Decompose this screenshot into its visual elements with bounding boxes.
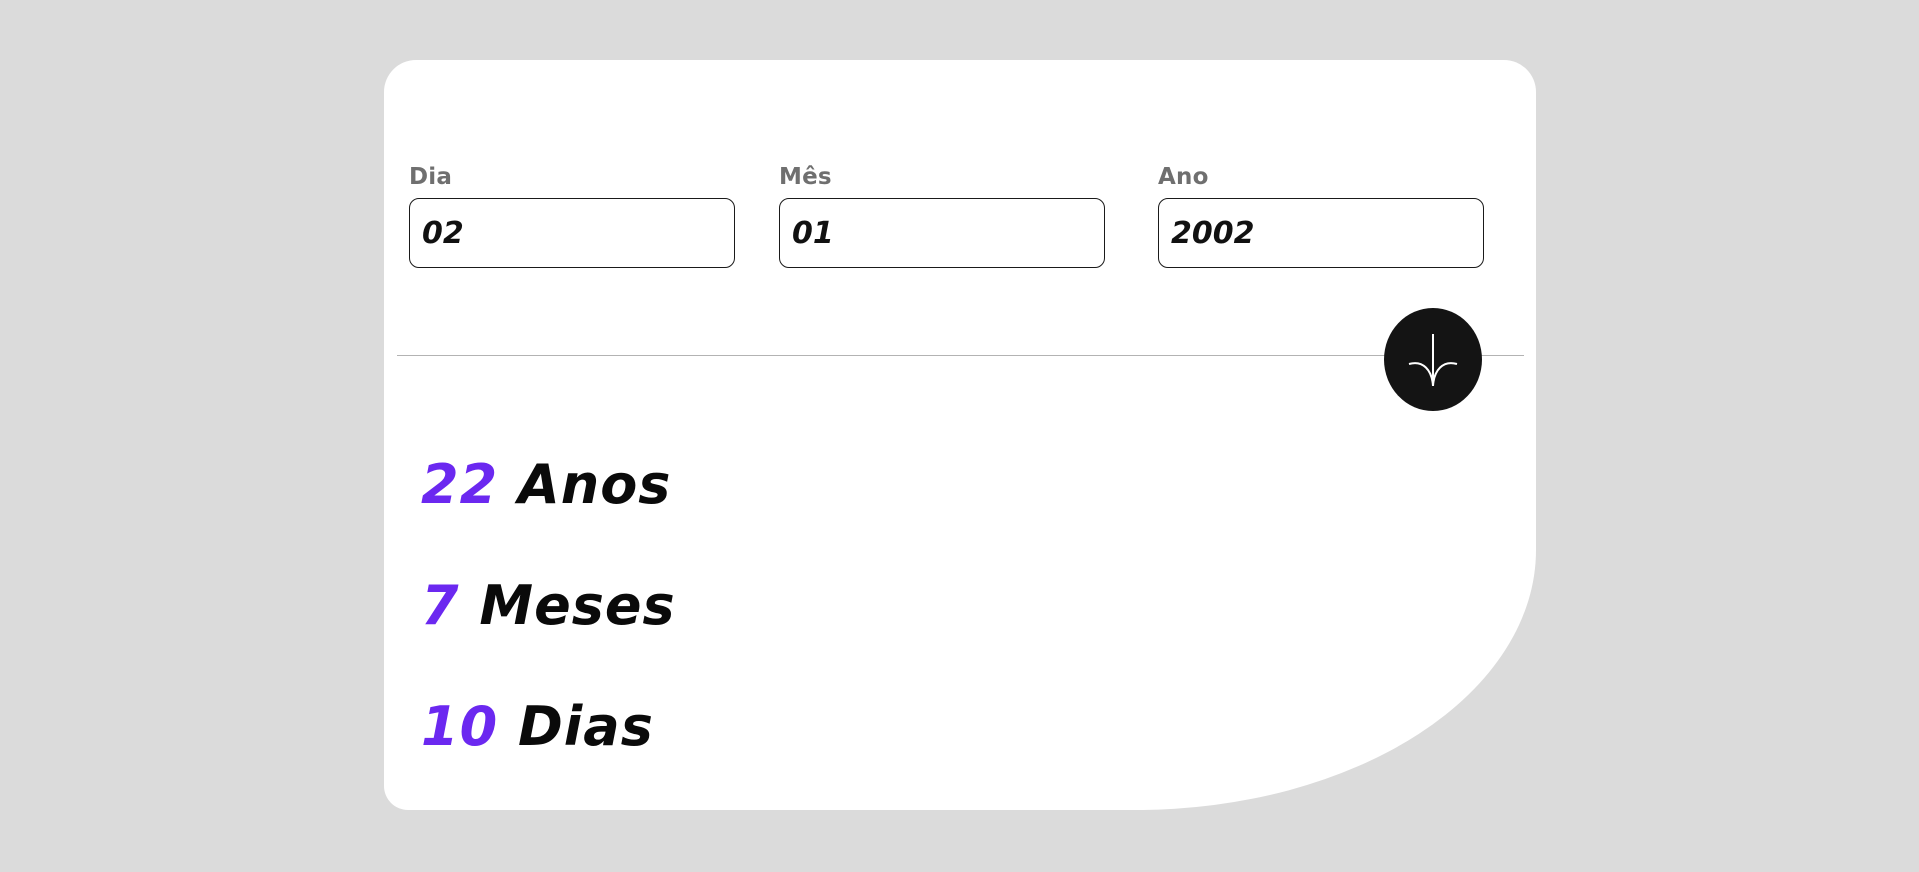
years-value: 22 <box>421 453 499 516</box>
age-calculator-card: Dia Mês Ano 22 Anos 7 Meses 10 Dias <box>384 60 1536 810</box>
months-unit: Meses <box>479 574 676 637</box>
day-label: Dia <box>409 164 453 190</box>
divider <box>397 355 1524 356</box>
days-unit: Dias <box>517 695 654 758</box>
years-unit: Anos <box>517 453 672 516</box>
result-months: 7 Meses <box>421 579 676 633</box>
year-label: Ano <box>1158 164 1209 190</box>
month-label: Mês <box>779 164 832 190</box>
month-field-group: Mês <box>779 164 1105 268</box>
arrow-down-icon <box>1403 330 1463 390</box>
day-input[interactable] <box>409 198 735 268</box>
year-field-group: Ano <box>1158 164 1484 268</box>
month-input[interactable] <box>779 198 1105 268</box>
day-field-group: Dia <box>409 164 735 268</box>
year-input[interactable] <box>1158 198 1484 268</box>
result-years: 22 Anos <box>421 458 671 512</box>
calculate-button[interactable] <box>1384 308 1482 411</box>
months-value: 7 <box>421 574 460 637</box>
result-days: 10 Dias <box>421 700 654 754</box>
days-value: 10 <box>421 695 499 758</box>
